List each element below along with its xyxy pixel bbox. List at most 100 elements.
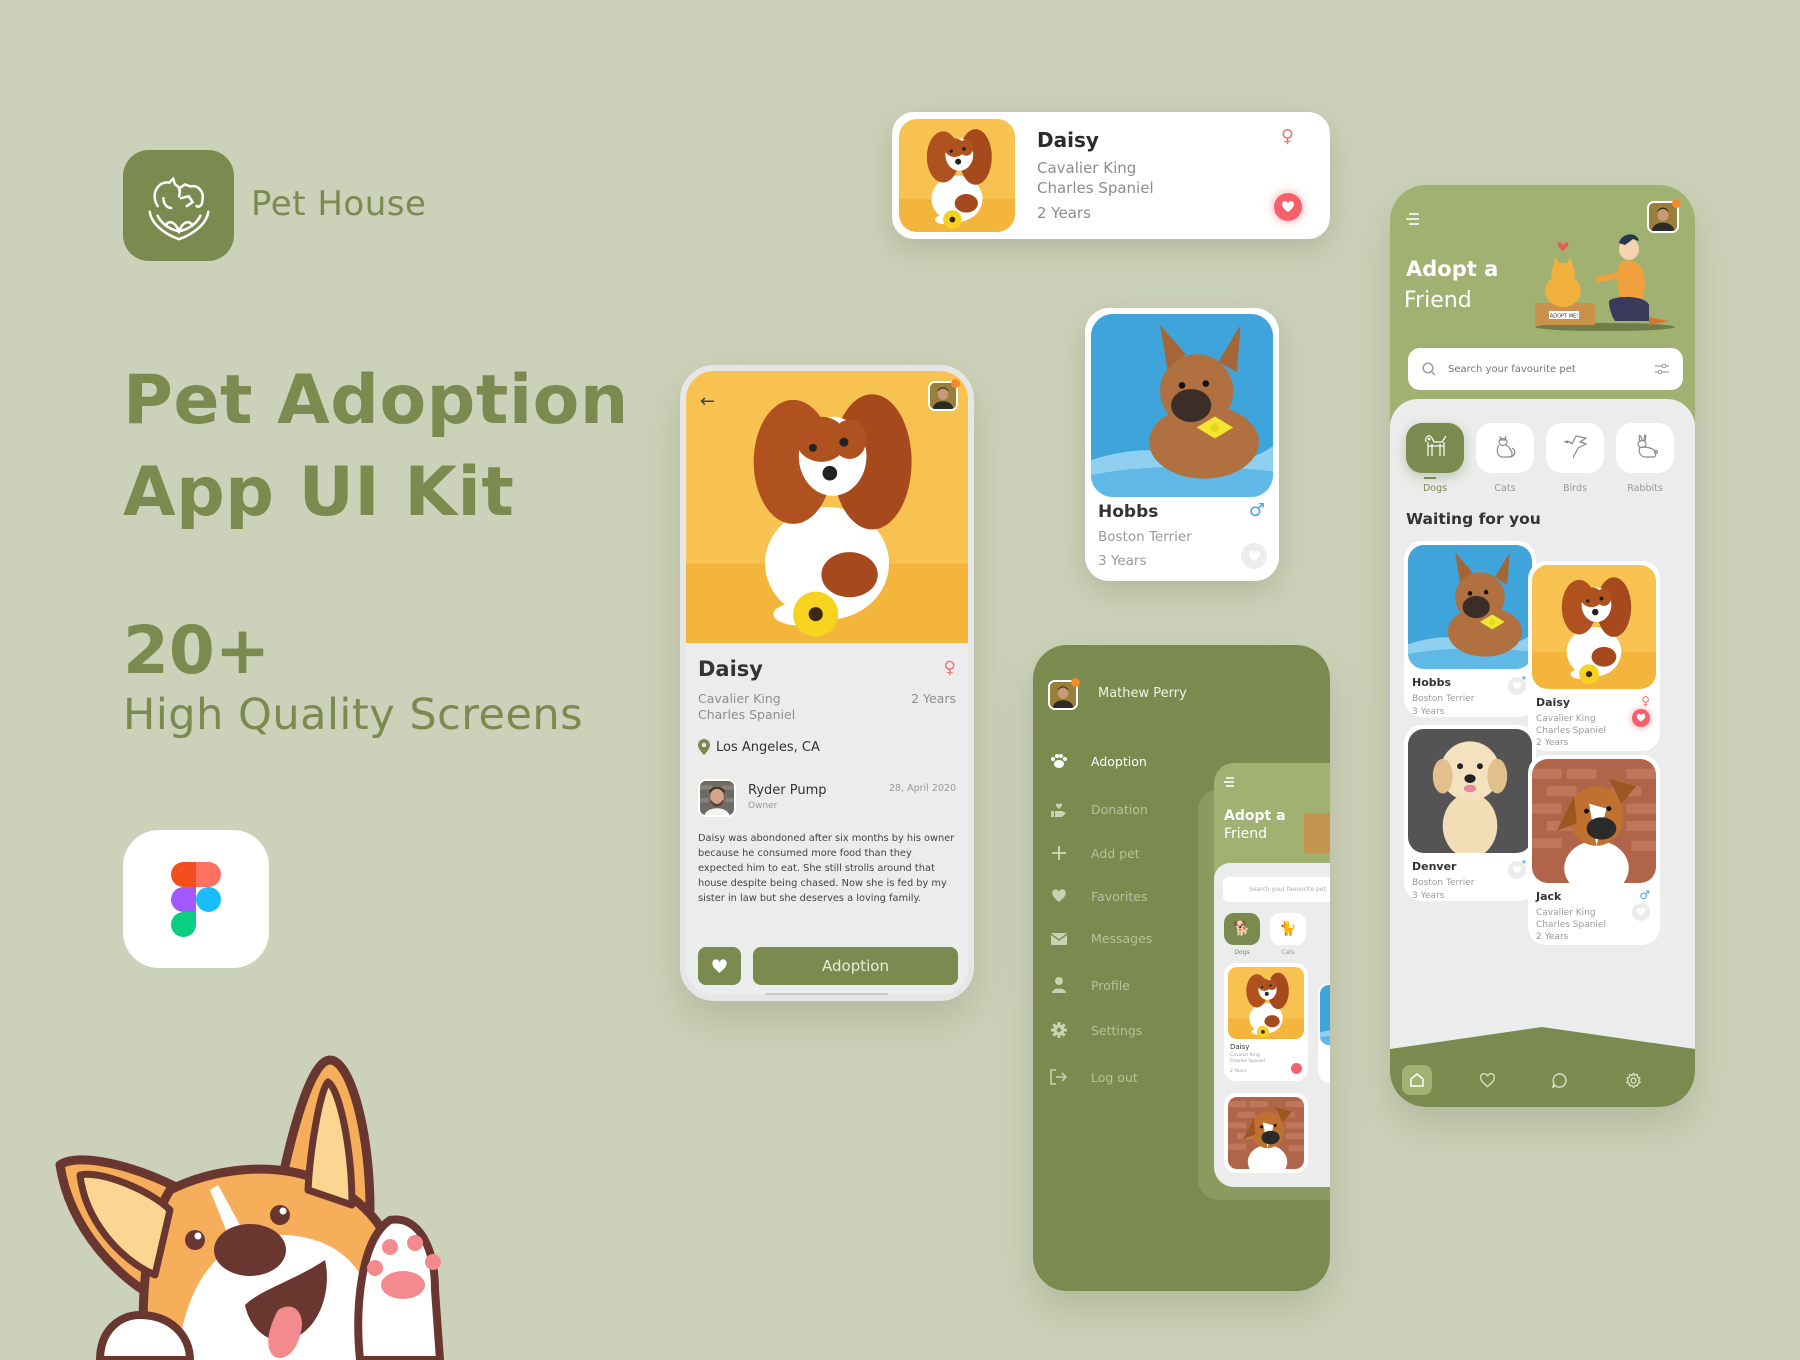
pet-photo (1532, 759, 1656, 883)
menu-item-adoption[interactable]: Adoption (1048, 753, 1147, 769)
pet-card-hobbs[interactable]: Hobbs♂Boston Terrier3 Years (1404, 541, 1536, 717)
search-bar[interactable] (1408, 348, 1683, 390)
menu-item-favorites[interactable]: Favorites (1048, 888, 1147, 904)
favorite-button[interactable] (698, 947, 741, 985)
logout-icon (1048, 1069, 1070, 1085)
favorite-button[interactable] (1241, 543, 1267, 569)
preview-category-cats: 🐈 (1270, 913, 1306, 945)
favorite-button[interactable] (1632, 903, 1650, 921)
user-name: Mathew Perry (1098, 686, 1187, 701)
user-avatar[interactable] (928, 379, 960, 411)
pet-name: Daisy (1536, 696, 1571, 709)
pet-photo (1408, 729, 1532, 853)
headline-line-1: Pet Adoption (123, 361, 629, 440)
category-cats[interactable] (1476, 423, 1534, 473)
pet-age: 2 Years (1536, 932, 1569, 942)
preview-category-label: Dogs (1234, 949, 1250, 956)
search-input[interactable] (1448, 363, 1655, 375)
app-logo (123, 150, 234, 261)
adoption-button[interactable]: Adoption (753, 947, 958, 985)
pet-breed: Cavalier King Charles Spaniel (1037, 158, 1154, 198)
nav-settings[interactable] (1618, 1065, 1648, 1095)
menu-item-label: Profile (1091, 977, 1130, 993)
side-menu-screen: Adopt a Friend Search your favourite pet… (1033, 645, 1330, 1291)
nav-favorites[interactable] (1472, 1065, 1502, 1095)
preview-card-daisy: Daisy Cavalier King Charles Spaniel 2 Ye… (1224, 963, 1308, 1081)
pet-age: 3 Years (1412, 891, 1445, 901)
bottom-nav-bar (1390, 1027, 1695, 1107)
menu-item-log-out[interactable]: Log out (1048, 1069, 1138, 1085)
menu-item-label: Donation (1091, 801, 1148, 817)
menu-item-profile[interactable]: Profile (1048, 977, 1130, 993)
favorite-button[interactable] (1632, 709, 1650, 727)
plus-icon (1048, 845, 1070, 861)
pet-age: 3 Years (1412, 707, 1445, 717)
favorite-button[interactable] (1274, 193, 1302, 221)
pet-age: 2 Years (1037, 204, 1091, 222)
category-dogs[interactable] (1406, 423, 1464, 473)
pet-card-jack[interactable]: Jack ♂ Cavalier King Charles Spaniel 2 Years (1528, 755, 1660, 945)
owner-avatar[interactable] (698, 779, 736, 817)
pet-breed: Boston Terrier (1412, 693, 1474, 705)
pet-age: 2 Years (1536, 738, 1569, 748)
location-pin-icon (698, 739, 710, 755)
pet-card-denver[interactable]: Denver♂Boston Terrier3 Years (1404, 725, 1536, 901)
menu-item-add-pet[interactable]: Add pet (1048, 845, 1140, 861)
pet-photo-daisy (899, 119, 1015, 232)
home-preview-panel[interactable]: Adopt a Friend Search your favourite pet… (1214, 763, 1330, 1187)
menu-item-label: Log out (1091, 1069, 1138, 1085)
back-arrow-icon[interactable]: ← (700, 391, 715, 412)
male-icon: ♂ (1248, 500, 1265, 521)
menu-item-donation[interactable]: Donation (1048, 800, 1148, 818)
donation-hand-icon (1048, 800, 1070, 818)
figma-logo-icon (171, 861, 221, 937)
pet-card-hobbs[interactable]: Hobbs Boston Terrier 3 Years ♂ (1085, 308, 1279, 581)
favorite-button[interactable] (1508, 677, 1526, 695)
menu-item-messages[interactable]: Messages (1048, 931, 1152, 946)
pet-name: Daisy (698, 657, 763, 681)
nav-messages[interactable] (1544, 1065, 1574, 1095)
menu-icon (1224, 777, 1234, 787)
user-avatar[interactable] (1048, 678, 1080, 710)
headline-line-2: App UI Kit (123, 453, 515, 532)
owner-name: Ryder Pump (748, 783, 827, 798)
home-title-line-1: Adopt a (1406, 257, 1499, 281)
pet-card-daisy-wide[interactable]: Daisy Cavalier King Charles Spaniel 2 Ye… (892, 112, 1330, 239)
notification-dot (951, 379, 960, 388)
breed-line-1: Cavalier King (1536, 908, 1596, 918)
category-rabbits[interactable] (1616, 423, 1674, 473)
pet-card-daisy[interactable]: Daisy ♀ Cavalier King Charles Spaniel 2 Year… (1528, 561, 1660, 751)
pet-breed: Boston Terrier (1098, 529, 1192, 545)
gear-icon (1048, 1022, 1070, 1038)
preview-card-jack (1224, 1093, 1308, 1173)
nav-home[interactable] (1402, 1065, 1432, 1095)
preview-category-label: Cats (1281, 949, 1295, 956)
pet-name: Denver (1412, 860, 1457, 873)
heart-icon (1636, 713, 1646, 723)
menu-icon[interactable] (1406, 213, 1420, 225)
pet-breed: Cavalier King Charles Spaniel (1536, 907, 1606, 931)
bird-icon (1560, 432, 1590, 464)
notification-dot (1672, 199, 1681, 208)
heart-icon (1048, 888, 1070, 904)
preview-card-hobbs (1318, 983, 1330, 1083)
pet-age: 2 Years (911, 691, 956, 706)
breed-line-1: Cavalier King (1037, 159, 1137, 177)
search-icon (1422, 362, 1436, 376)
heart-icon (1248, 550, 1261, 563)
preview-title: Adopt a Friend (1224, 807, 1286, 843)
pet-breed: Cavalier King Charles Spaniel (1536, 713, 1606, 737)
breed-line-1: Cavalier King (698, 691, 781, 706)
breed-line-2: Charles Spaniel (1037, 179, 1154, 197)
pet-photo (1408, 545, 1532, 669)
menu-item-settings[interactable]: Settings (1048, 1022, 1142, 1038)
preview-card-age: 2 Years (1230, 1069, 1247, 1074)
notification-dot (1071, 678, 1080, 687)
category-birds[interactable] (1546, 423, 1604, 473)
favorite-button[interactable] (1508, 861, 1526, 879)
pet-name: Daisy (1037, 128, 1099, 152)
menu-item-label: Add pet (1091, 845, 1140, 861)
adopt-illustration: ADOPT ME! (1535, 234, 1675, 331)
filter-icon[interactable] (1655, 363, 1669, 375)
breed-line-1: Cavalier King (1536, 714, 1596, 724)
